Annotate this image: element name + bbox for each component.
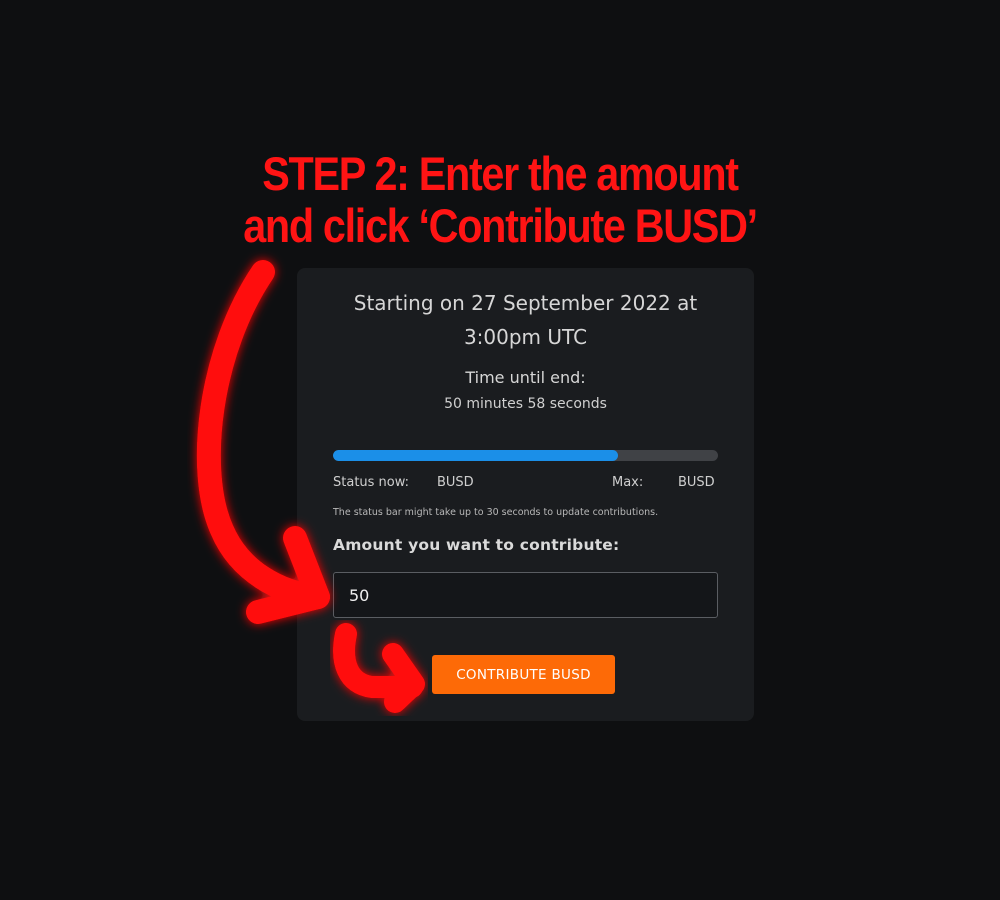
time-until-end-label: Time until end: — [465, 368, 586, 387]
time-until-end-value: 50 minutes 58 seconds — [444, 396, 607, 412]
amount-label: Amount you want to contribute: — [333, 536, 620, 554]
instruction-headline: STEP 2: Enter the amount and click ‘Cont… — [60, 148, 940, 252]
amount-input[interactable] — [333, 572, 718, 618]
max-currency: BUSD — [678, 475, 715, 490]
start-time-text: Starting on 27 September 2022 at 3:00pm … — [297, 286, 754, 354]
instruction-line-2: and click ‘Contribute BUSD’ — [243, 199, 758, 252]
status-now-label: Status now: — [333, 475, 410, 490]
instruction-line-1: STEP 2: Enter the amount — [262, 147, 739, 200]
contribute-busd-button[interactable]: CONTRIBUTE BUSD — [432, 655, 615, 694]
start-time-line-1: Starting on 27 September 2022 at — [353, 291, 698, 315]
max-label: Max: — [612, 475, 644, 490]
status-bar-note: The status bar might take up to 30 secon… — [333, 507, 659, 518]
status-progress-bar — [333, 450, 718, 461]
status-now-currency: BUSD — [437, 475, 474, 490]
start-time-line-2: 3:00pm UTC — [463, 325, 588, 349]
status-progress-fill — [333, 450, 618, 461]
contribution-card: Starting on 27 September 2022 at 3:00pm … — [297, 268, 754, 721]
